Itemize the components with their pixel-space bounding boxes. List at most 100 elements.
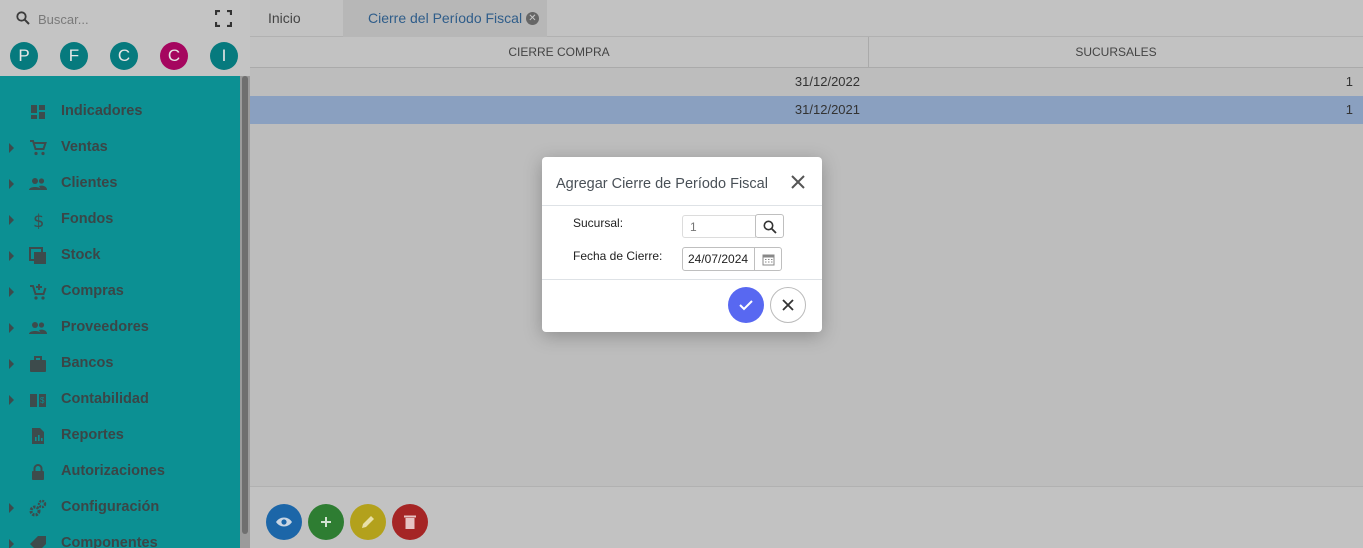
sidebar-item-stock[interactable]: Stock [0,238,240,274]
search-icon [763,220,777,234]
sidebar-item-compras[interactable]: Compras [0,274,240,310]
confirm-button[interactable] [728,287,764,323]
cart-icon [30,140,47,156]
chevron-right-icon [9,503,14,513]
delete-button[interactable] [392,504,428,540]
sidebar-item-componentes[interactable]: Componentes [0,526,240,548]
sidebar-item-label: Clientes [61,175,118,191]
lock-icon [32,464,44,480]
sidebar-item-contabilidad[interactable]: $ Contabilidad [0,382,240,418]
cierres-table: CIERRE COMPRA SUCURSALES 31/12/2022 1 31… [250,37,1363,124]
sidebar-menu: Indicadores Ventas Clientes $ Fondos Sto… [0,76,240,548]
divider [542,279,822,280]
column-header-cierre-compra[interactable]: CIERRE COMPRA [250,37,869,68]
avatar[interactable]: C [110,42,138,70]
trash-icon [404,515,416,529]
people-icon [29,178,47,190]
view-button[interactable] [266,504,302,540]
avatar[interactable]: C [160,42,188,70]
eye-icon [276,517,292,527]
pencil-icon [362,516,374,528]
column-header-sucursales[interactable]: SUCURSALES [869,37,1363,68]
cell-sucursal: 1 [1345,102,1353,117]
fecha-cierre-input[interactable] [682,247,755,271]
add-button[interactable] [308,504,344,540]
sucursal-label: Sucursal: [573,216,624,230]
sidebar-item-bancos[interactable]: Bancos [0,346,240,382]
sidebar-item-reportes[interactable]: Reportes [0,418,240,454]
chevron-right-icon [9,359,14,369]
people-icon [29,322,47,334]
chevron-right-icon [9,251,14,261]
calendar-button[interactable] [754,247,782,271]
tab-bar: Inicio Cierre del Período Fiscal ✕ [250,0,1363,37]
cancel-button[interactable] [770,287,806,323]
chevron-right-icon [9,179,14,189]
tag-icon [30,536,46,548]
sidebar-item-label: Fondos [61,211,114,227]
fullscreen-icon[interactable] [215,10,232,27]
sidebar-item-ventas[interactable]: Ventas [0,130,240,166]
avatar[interactable]: I [210,42,238,70]
sucursal-input[interactable] [682,215,756,238]
sidebar-item-clientes[interactable]: Clientes [0,166,240,202]
sidebar-item-fondos[interactable]: $ Fondos [0,202,240,238]
table-header: CIERRE COMPRA SUCURSALES [250,37,1363,68]
sidebar-item-configuracion[interactable]: Configuración [0,490,240,526]
chevron-right-icon [9,395,14,405]
edit-button[interactable] [350,504,386,540]
svg-text:$: $ [40,396,45,405]
chevron-right-icon [9,323,14,333]
chevron-right-icon [9,143,14,153]
sidebar-item-proveedores[interactable]: Proveedores [0,310,240,346]
table-row-selected[interactable]: 31/12/2021 1 [250,96,1363,124]
sidebar-item-label: Compras [61,283,124,299]
settings-icon [29,499,47,517]
fecha-cierre-label: Fecha de Cierre: [573,249,663,263]
sidebar-item-label: Autorizaciones [61,463,165,479]
stock-icon [29,247,46,264]
search-bar [0,0,250,37]
briefcase-icon [30,356,46,372]
cell-cierre-compra: 31/12/2021 [794,102,860,117]
cell-cierre-compra: 31/12/2022 [794,74,860,89]
tab-label: Cierre del Período Fiscal [368,10,523,26]
tab-cierre-periodo-fiscal[interactable]: Cierre del Período Fiscal ✕ [343,0,547,37]
sidebar-item-label: Componentes [61,535,158,548]
chevron-right-icon [9,287,14,297]
search-input[interactable] [38,10,198,28]
close-icon [782,299,794,311]
sidebar-item-indicadores[interactable]: Indicadores [0,94,240,130]
sidebar-item-label: Contabilidad [61,391,149,407]
svg-text:$: $ [33,211,44,229]
close-icon[interactable] [789,173,807,191]
sidebar-scroll-thumb[interactable] [242,76,248,534]
favorites-bar: P F C C I [0,40,250,72]
tab-inicio[interactable]: Inicio [268,0,301,37]
avatar[interactable]: F [60,42,88,70]
sidebar-item-label: Stock [61,247,101,263]
table-row[interactable]: 31/12/2022 1 [250,68,1363,96]
check-icon [739,300,753,311]
report-icon [32,428,44,444]
sidebar-item-label: Configuración [61,499,160,515]
sidebar-item-label: Bancos [61,355,114,371]
chevron-right-icon [9,215,14,225]
add-cierre-dialog: Agregar Cierre de Período Fiscal Sucursa… [542,157,822,332]
sidebar-item-autorizaciones[interactable]: Autorizaciones [0,454,240,490]
ledger-icon: $ [30,394,46,407]
action-bar [250,486,1363,548]
dollar-icon: $ [33,211,44,229]
avatar[interactable]: P [10,42,38,70]
divider [542,205,822,206]
sidebar-item-label: Proveedores [61,319,149,335]
calendar-icon [762,254,775,266]
close-tab-icon[interactable]: ✕ [526,12,539,25]
search-icon [16,11,30,25]
plus-icon [321,517,331,527]
chevron-right-icon [9,539,14,548]
sidebar-item-label: Ventas [61,139,108,155]
search-sucursal-button[interactable] [755,214,784,238]
sidebar-item-label: Indicadores [61,103,143,119]
sidebar-item-label: Reportes [61,427,124,443]
